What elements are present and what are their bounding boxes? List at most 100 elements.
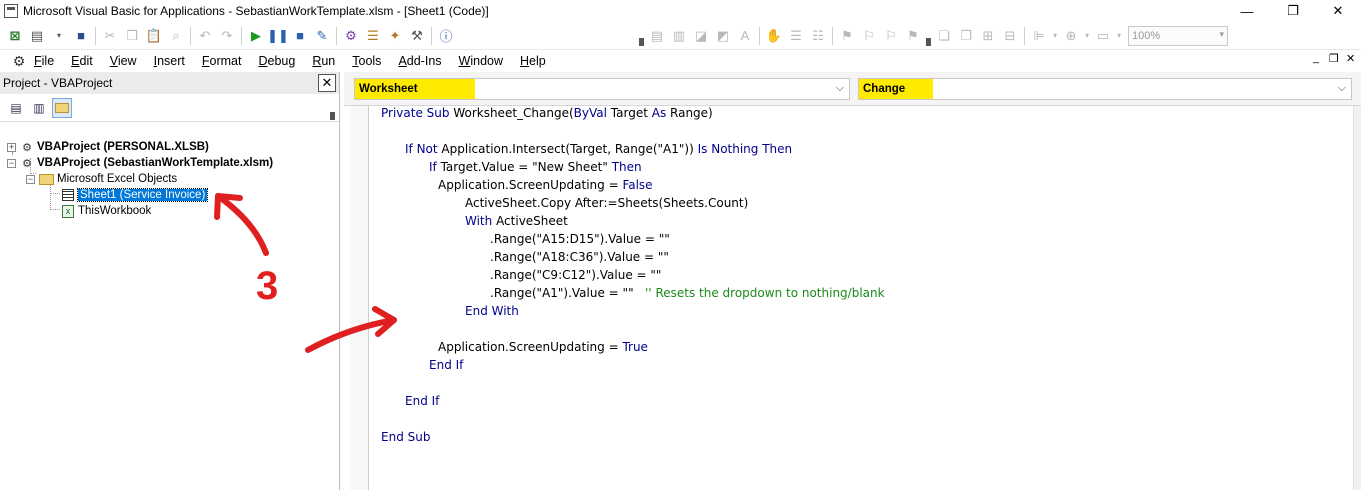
run-icon[interactable]: ▶ bbox=[245, 25, 267, 47]
find-icon[interactable]: ⌕ bbox=[165, 25, 187, 47]
center-icon[interactable]: ⊕ bbox=[1060, 25, 1082, 47]
object-browser-icon[interactable]: ✦ bbox=[384, 25, 406, 47]
tree-label-thisworkbook: ThisWorkbook bbox=[78, 205, 152, 217]
make-same-size-icon[interactable]: ▭ bbox=[1092, 25, 1114, 47]
menu-debug[interactable]: Debug bbox=[258, 54, 295, 68]
code-window-restore-button[interactable]: ❐ bbox=[1329, 52, 1339, 65]
menu-window[interactable]: Window bbox=[459, 54, 503, 68]
toolbar-grip[interactable] bbox=[637, 25, 646, 47]
code-line[interactable]: End With bbox=[465, 304, 519, 322]
project-explorer-title: Project - VBAProject bbox=[3, 76, 113, 90]
group-icon[interactable]: ⊞ bbox=[977, 25, 999, 47]
code-line[interactable]: .Range("C9:C12").Value = "" bbox=[490, 268, 661, 286]
zoom-combo[interactable]: 100% ▾ bbox=[1128, 25, 1228, 46]
title-bar: Microsoft Visual Basic for Applications … bbox=[0, 0, 1361, 22]
collapse-icon[interactable]: − bbox=[26, 174, 35, 184]
code-line[interactable]: Private Sub Worksheet_Change(ByVal Targe… bbox=[381, 106, 713, 124]
tree-item-sheet1[interactable]: Sheet1 (Service Invoice) bbox=[62, 187, 209, 203]
align-dropdown-icon[interactable]: ▾ bbox=[1050, 25, 1060, 47]
toggle-bookmark-icon[interactable]: ⚑ bbox=[836, 25, 858, 47]
menu-view[interactable]: View bbox=[110, 54, 137, 68]
code-line[interactable]: .Range("A18:C36").Value = "" bbox=[490, 250, 669, 268]
menu-tools[interactable]: Tools bbox=[352, 54, 381, 68]
next-bookmark-icon[interactable]: ⚐ bbox=[858, 25, 880, 47]
vba-menu-icon[interactable]: ⚙ bbox=[10, 52, 28, 70]
send-to-back-icon[interactable]: ❐ bbox=[955, 25, 977, 47]
tree-label-workbook: VBAProject (SebastianWorkTemplate.xlsm) bbox=[37, 157, 274, 169]
project-explorer-icon[interactable]: ⚙ bbox=[340, 25, 362, 47]
procedure-combo[interactable]: Change ⌵ bbox=[858, 78, 1352, 100]
uncomment-block-icon[interactable]: ☷ bbox=[807, 25, 829, 47]
tree-item-workbook[interactable]: − ⚙ VBAProject (SebastianWorkTemplate.xl… bbox=[7, 155, 273, 171]
margin-indicator-bar[interactable] bbox=[350, 106, 369, 490]
restore-button[interactable]: ❐ bbox=[1270, 0, 1316, 22]
paste-icon[interactable]: 📋 bbox=[143, 25, 165, 47]
close-window-button[interactable]: ✕ bbox=[1315, 0, 1361, 22]
code-line[interactable]: With ActiveSheet bbox=[465, 214, 568, 232]
reset-icon[interactable]: ■ bbox=[289, 25, 311, 47]
menu-edit[interactable]: Edit bbox=[71, 54, 93, 68]
code-window-minimize-button[interactable]: _ bbox=[1313, 52, 1319, 64]
collapse-icon[interactable]: − bbox=[7, 158, 16, 168]
code-line[interactable]: If Not Application.Intersect(Target, Ran… bbox=[405, 142, 792, 160]
comment-block-icon[interactable]: ☰ bbox=[785, 25, 807, 47]
minimize-button[interactable]: — bbox=[1224, 0, 1270, 22]
save-icon[interactable]: ■ bbox=[70, 25, 92, 47]
close-project-explorer-button[interactable]: ✕ bbox=[318, 74, 336, 92]
standard-toolbar: ⊠ ▤ ▾ ■ ✂ ❐ 📋 ⌕ ↶ ↷ ▶ ❚❚ ■ ✎ ⚙ ☰ ✦ ⚒ ⓘ ▤… bbox=[0, 22, 1361, 50]
menu-file[interactable]: File bbox=[34, 54, 54, 68]
view-object-icon[interactable]: ▥ bbox=[29, 98, 49, 118]
code-line[interactable]: End If bbox=[405, 394, 439, 412]
menu-insert[interactable]: Insert bbox=[154, 54, 185, 68]
code-editor[interactable]: Private Sub Worksheet_Change(ByVal Targe… bbox=[370, 106, 1354, 490]
code-window-close-button[interactable]: ✕ bbox=[1346, 52, 1355, 65]
redo-icon[interactable]: ↷ bbox=[216, 25, 238, 47]
list-constants-icon[interactable]: ▥ bbox=[668, 25, 690, 47]
menu-run[interactable]: Run bbox=[312, 54, 335, 68]
code-line[interactable]: If Target.Value = "New Sheet" Then bbox=[429, 160, 642, 178]
toolbox-icon[interactable]: ⚒ bbox=[406, 25, 428, 47]
code-line[interactable]: Application.ScreenUpdating = False bbox=[438, 178, 653, 196]
help-icon[interactable]: ⓘ bbox=[435, 25, 457, 47]
copy-icon[interactable]: ❐ bbox=[121, 25, 143, 47]
code-line[interactable]: End Sub bbox=[381, 430, 430, 448]
view-code-icon[interactable]: ▤ bbox=[6, 98, 26, 118]
code-line[interactable]: ActiveSheet.Copy After:=Sheets(Sheets.Co… bbox=[465, 196, 748, 214]
ungroup-icon[interactable]: ⊟ bbox=[999, 25, 1021, 47]
center-dropdown-icon[interactable]: ▾ bbox=[1082, 25, 1092, 47]
list-properties-icon[interactable]: ▤ bbox=[646, 25, 668, 47]
code-line[interactable]: Application.ScreenUpdating = True bbox=[438, 340, 648, 358]
cut-icon[interactable]: ✂ bbox=[99, 25, 121, 47]
insert-dropdown-icon[interactable]: ▾ bbox=[48, 25, 70, 47]
parameter-info-icon[interactable]: ◩ bbox=[712, 25, 734, 47]
toggle-folders-icon[interactable] bbox=[52, 97, 72, 118]
view-excel-icon[interactable]: ⊠ bbox=[4, 25, 26, 47]
code-line[interactable]: .Range("A1").Value = "" '' Resets the dr… bbox=[490, 286, 885, 304]
code-line[interactable]: End If bbox=[429, 358, 463, 376]
properties-icon[interactable]: ☰ bbox=[362, 25, 384, 47]
size-dropdown-icon[interactable]: ▾ bbox=[1114, 25, 1124, 47]
vertical-scrollbar[interactable] bbox=[1353, 106, 1361, 490]
menu-format[interactable]: Format bbox=[202, 54, 242, 68]
break-icon[interactable]: ❚❚ bbox=[267, 25, 289, 47]
align-icon[interactable]: ⊫ bbox=[1028, 25, 1050, 47]
code-line[interactable]: .Range("A15:D15").Value = "" bbox=[490, 232, 670, 250]
clear-bookmarks-icon[interactable]: ⚑ bbox=[902, 25, 924, 47]
panel-grip[interactable] bbox=[328, 98, 337, 120]
toolbar-grip-2[interactable] bbox=[924, 25, 933, 47]
toggle-breakpoint-icon[interactable]: ✋ bbox=[763, 25, 785, 47]
previous-bookmark-icon[interactable]: ⚐ bbox=[880, 25, 902, 47]
insert-module-icon[interactable]: ▤ bbox=[26, 25, 48, 47]
tree-item-personal[interactable]: + ⚙ VBAProject (PERSONAL.XLSB) bbox=[7, 139, 209, 155]
design-mode-icon[interactable]: ✎ bbox=[311, 25, 333, 47]
bring-to-front-icon[interactable]: ❏ bbox=[933, 25, 955, 47]
menu-add-ins[interactable]: Add-Ins bbox=[398, 54, 441, 68]
tree-item-thisworkbook[interactable]: x ThisWorkbook bbox=[62, 203, 151, 219]
quick-info-icon[interactable]: ◪ bbox=[690, 25, 712, 47]
tree-item-excel-objects[interactable]: − Microsoft Excel Objects bbox=[26, 171, 177, 187]
object-combo[interactable]: Worksheet ⌵ bbox=[354, 78, 850, 100]
menu-help[interactable]: Help bbox=[520, 54, 546, 68]
expand-icon[interactable]: + bbox=[7, 142, 16, 152]
complete-word-icon[interactable]: A bbox=[734, 25, 756, 47]
undo-icon[interactable]: ↶ bbox=[194, 25, 216, 47]
